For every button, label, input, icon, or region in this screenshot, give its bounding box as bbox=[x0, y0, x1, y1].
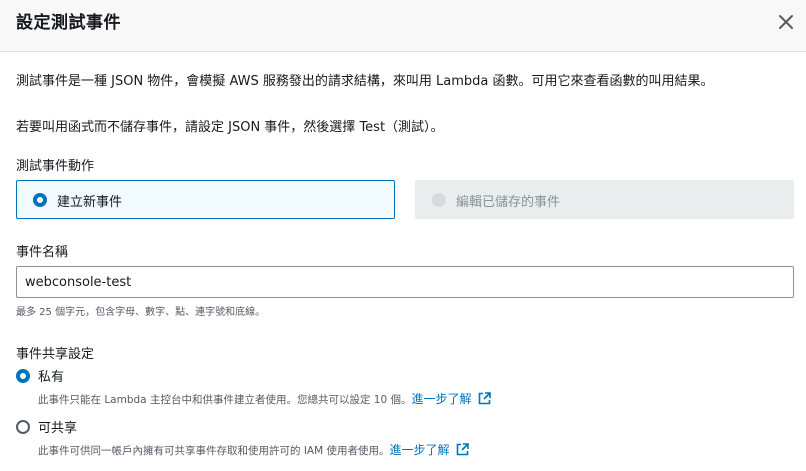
learn-more-link-shareable[interactable]: 進一步了解 bbox=[390, 443, 469, 457]
edit-saved-event-label: 編輯已儲存的事件 bbox=[456, 195, 561, 210]
event-name-hint: 最多 25 個字元，包含字母、數字、點、連字號和底線。 bbox=[16, 307, 266, 318]
description-text-2: 若要叫用函式而不儲存事件，請設定 JSON 事件，然後選擇 Test（測試）。 bbox=[16, 120, 444, 135]
shareable-option-description: 此事件可供同一帳戶內擁有可共享事件存取和使用許可的 IAM 使用者使用。進一步了… bbox=[38, 441, 469, 458]
shareable-description-text: 此事件可供同一帳戶內擁有可共享事件存取和使用許可的 IAM 使用者使用。 bbox=[38, 445, 390, 457]
event-name-input[interactable] bbox=[16, 266, 794, 298]
dialog-title: 設定測試事件 bbox=[16, 13, 121, 33]
close-icon bbox=[779, 15, 793, 29]
create-new-event-tile[interactable]: 建立新事件 bbox=[16, 180, 395, 219]
event-sharing-label: 事件共享設定 bbox=[16, 347, 95, 362]
shareable-radio[interactable] bbox=[16, 420, 30, 434]
learn-more-link-text: 進一步了解 bbox=[389, 443, 450, 457]
close-button[interactable] bbox=[774, 10, 798, 34]
external-link-icon bbox=[478, 392, 491, 405]
test-event-action-label: 測試事件動作 bbox=[16, 159, 95, 174]
shareable-option-label[interactable]: 可共享 bbox=[38, 417, 77, 436]
description-text-1: 測試事件是一種 JSON 物件，會模擬 AWS 服務發出的請求結構，來叫用 La… bbox=[16, 74, 714, 89]
learn-more-link-private[interactable]: 進一步了解 bbox=[412, 392, 491, 406]
private-option-label[interactable]: 私有 bbox=[38, 366, 64, 385]
create-new-event-label: 建立新事件 bbox=[57, 195, 123, 210]
edit-saved-event-tile: 編輯已儲存的事件 bbox=[415, 180, 794, 219]
private-description-text: 此事件只能在 Lambda 主控台中和供事件建立者使用。您總共可以設定 10 個… bbox=[38, 394, 412, 406]
event-name-label: 事件名稱 bbox=[16, 245, 69, 260]
private-option-description: 此事件只能在 Lambda 主控台中和供事件建立者使用。您總共可以設定 10 個… bbox=[38, 390, 491, 407]
learn-more-link-text: 進一步了解 bbox=[411, 392, 472, 406]
edit-saved-event-radio bbox=[432, 193, 446, 207]
external-link-icon bbox=[456, 443, 469, 456]
dialog-header: 設定測試事件 bbox=[0, 0, 806, 52]
private-radio[interactable] bbox=[16, 369, 30, 383]
create-new-event-radio[interactable] bbox=[33, 193, 47, 207]
